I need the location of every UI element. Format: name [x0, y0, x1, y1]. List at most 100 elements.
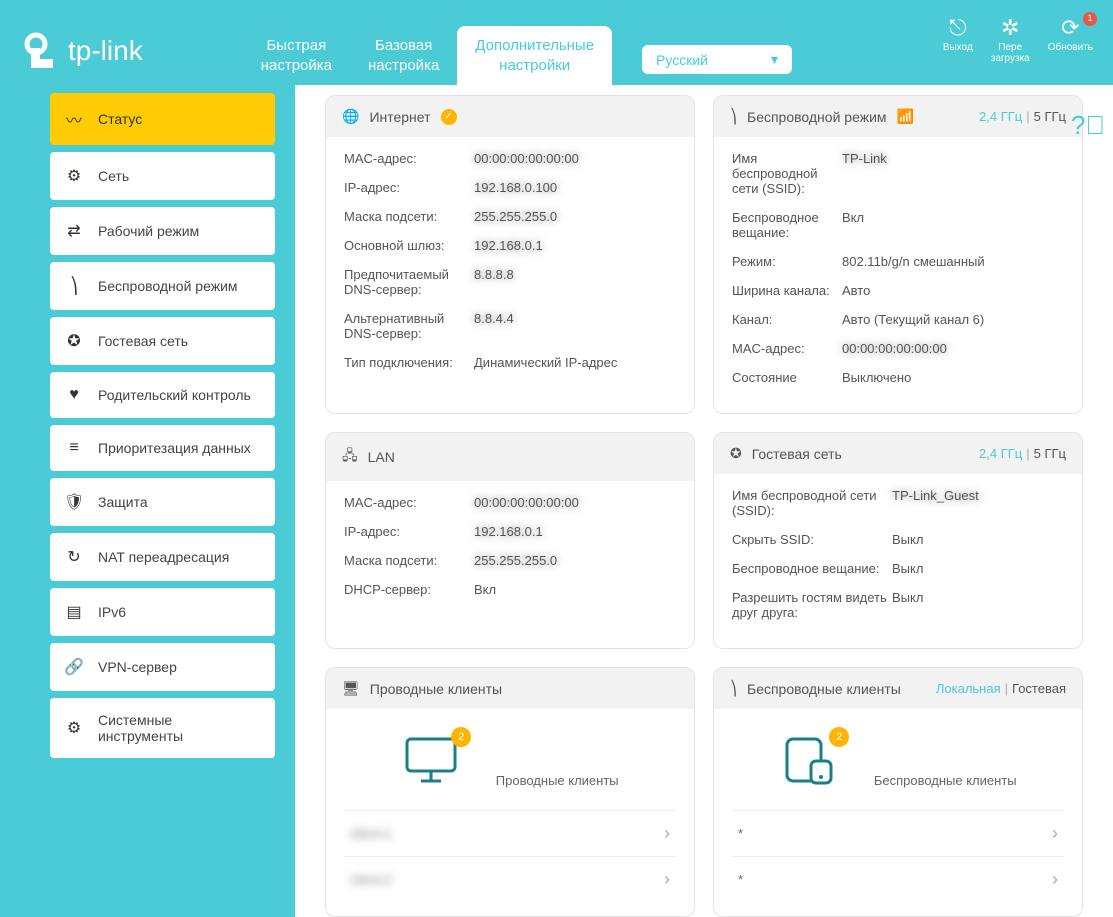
sidebar-item-parental[interactable]: ♥Родительский контроль — [50, 372, 275, 418]
help-button[interactable]: ?⃝ — [1071, 110, 1105, 141]
sidebar-item-vpn[interactable]: 🔗VPN-сервер — [50, 643, 275, 691]
guest-see-label: Разрешить гостям видеть друг друга: — [732, 590, 892, 620]
internet-type-label: Тип подключения: — [344, 355, 474, 370]
sidebar-item-opmode[interactable]: ⇄Рабочий режим — [50, 207, 275, 255]
wireless-client-row[interactable]: *› — [732, 856, 1064, 902]
chevron-right-icon: › — [1052, 869, 1058, 890]
internet-gw-label: Основной шлюз: — [344, 238, 474, 253]
card-wireless-clients: ⎞ Беспроводные клиенты Локальная|Гостева… — [713, 667, 1083, 917]
wired-client-row[interactable]: client-2› — [344, 856, 676, 902]
lan-dhcp-value: Вкл — [474, 582, 676, 597]
globe-icon: 🌐 — [342, 108, 359, 125]
guest-icon: ✪ — [64, 331, 84, 351]
guest-ssid-label: Имя беспроводной сети (SSID): — [732, 488, 892, 518]
sidebar-item-ipv6[interactable]: ▤IPv6 — [50, 588, 275, 636]
guest-ssid-value: TP-Link_Guest — [892, 488, 1064, 503]
wl-ssid-value: TP-Link — [842, 151, 1064, 166]
nat-icon: ↻ — [64, 547, 84, 567]
tab-basic-setup[interactable]: Базовая настройка — [350, 26, 457, 85]
signal-icon: 📶 — [897, 108, 914, 125]
wl-mac-label: MAC-адрес: — [732, 341, 842, 356]
wired-client-row[interactable]: client-1› — [344, 810, 676, 856]
guest-radio-label: Беспроводное вещание: — [732, 561, 892, 576]
lan-mac-value: 00:00:00:00:00:00 — [474, 495, 676, 510]
card-wireless: ⎞ Беспроводной режим 📶 2,4 ГГц|5 ГГц Имя… — [713, 95, 1083, 414]
tab-quick-setup[interactable]: Быстрая настройка — [243, 26, 350, 85]
card-lan: 🖧 LAN MAC-адрес:00:00:00:00:00:00 IP-адр… — [325, 432, 695, 649]
language-select[interactable]: Русский ▾ — [642, 45, 792, 74]
internet-type-value: Динамический IP-адрес — [474, 355, 676, 370]
chevron-down-icon: ▾ — [771, 51, 778, 68]
internet-ip-value: 192.168.0.100 — [474, 180, 676, 195]
ipv6-icon: ▤ — [64, 602, 84, 622]
network-icon: ⚙ — [64, 166, 84, 186]
logout-icon: ⎋ — [943, 16, 973, 40]
internet-gw-value: 192.168.0.1 — [474, 238, 676, 253]
wifi-icon: ⎞ — [730, 680, 737, 697]
wl-width-label: Ширина канала: — [732, 283, 842, 298]
internet-mask-value: 255.255.255.0 — [474, 209, 676, 224]
sidebar-item-system[interactable]: ⚙Системные инструменты — [50, 698, 275, 758]
content-area: ?⃝ 🌐 Интернет ✓ MAC-адрес:00:00:00:00:00… — [295, 85, 1113, 917]
gear-icon: ⚙ — [64, 718, 84, 738]
monitor-icon: 🖥 — [342, 680, 360, 697]
wired-clients-label: Проводные клиенты — [496, 773, 619, 788]
sidebar: 〰Статус ⚙Сеть ⇄Рабочий режим ⎞Беспроводн… — [50, 93, 275, 917]
wifi-icon: ⎞ — [64, 276, 84, 296]
guest-hide-label: Скрыть SSID: — [732, 532, 892, 547]
sidebar-item-status[interactable]: 〰Статус — [50, 93, 275, 145]
sidebar-item-network[interactable]: ⚙Сеть — [50, 152, 275, 200]
internet-ip-label: IP-адрес: — [344, 180, 474, 195]
wifi-icon: ⎞ — [730, 108, 737, 125]
parental-icon: ♥ — [64, 386, 84, 404]
qos-icon: ≡ — [64, 439, 84, 457]
wireless-client-row[interactable]: *› — [732, 810, 1064, 856]
lan-icon: 🖧 — [342, 445, 358, 469]
internet-mask-label: Маска подсети: — [344, 209, 474, 224]
wl-mode-value: 802.11b/g/n смешанный — [842, 254, 1064, 269]
freq-5-tab[interactable]: 5 ГГц — [1034, 109, 1066, 124]
sidebar-item-security[interactable]: 🛡Защита — [50, 478, 275, 526]
internet-dns2-value: 8.8.4.4 — [474, 311, 676, 326]
brand-logo: tp-link — [20, 30, 143, 72]
lan-dhcp-label: DHCP-сервер: — [344, 582, 474, 597]
logout-button[interactable]: ⎋ Выход — [943, 16, 973, 64]
sidebar-item-guest[interactable]: ✪Гостевая сеть — [50, 317, 275, 365]
lan-mac-label: MAC-адрес: — [344, 495, 474, 510]
wlclients-local-tab[interactable]: Локальная — [936, 681, 1001, 696]
internet-mac-label: MAC-адрес: — [344, 151, 474, 166]
wl-radio-value: Вкл — [842, 210, 1064, 225]
pulse-icon: 〰 — [64, 107, 84, 131]
wireless-clients-label: Беспроводные клиенты — [874, 773, 1017, 788]
internet-dns2-label: Альтернативный DNS-сервер: — [344, 311, 474, 341]
chevron-right-icon: › — [664, 869, 670, 890]
sidebar-item-wireless[interactable]: ⎞Беспроводной режим — [50, 262, 275, 310]
status-ok-icon: ✓ — [441, 109, 457, 125]
sidebar-item-qos[interactable]: ≡Приоритезация данных — [50, 425, 275, 471]
chevron-right-icon: › — [664, 823, 670, 844]
wl-ssid-label: Имя беспроводной сети (SSID): — [732, 151, 842, 196]
guest-freq-5-tab[interactable]: 5 ГГц — [1034, 446, 1066, 461]
internet-dns1-value: 8.8.8.8 — [474, 267, 676, 282]
wl-state-label: Состояние — [732, 370, 842, 385]
guest-freq-24-tab[interactable]: 2,4 ГГц — [979, 446, 1022, 461]
wired-clients-graphic: 2 — [401, 733, 461, 785]
wireless-clients-graphic: 2 — [779, 733, 839, 785]
sidebar-item-nat[interactable]: ↻NAT переадресация — [50, 533, 275, 581]
lan-mask-label: Маска подсети: — [344, 553, 474, 568]
internet-mac-value: 00:00:00:00:00:00 — [474, 151, 676, 166]
wl-mode-label: Режим: — [732, 254, 842, 269]
wl-chan-value: Авто (Текущий канал 6) — [842, 312, 1064, 327]
wlclients-guest-tab[interactable]: Гостевая — [1012, 681, 1066, 696]
chevron-right-icon: › — [1052, 823, 1058, 844]
wl-chan-label: Канал: — [732, 312, 842, 327]
lan-ip-value: 192.168.0.1 — [474, 524, 676, 539]
freq-24-tab[interactable]: 2,4 ГГц — [979, 109, 1022, 124]
reboot-icon: ✲ — [991, 16, 1030, 40]
wireless-clients-count: 2 — [829, 727, 849, 747]
update-button[interactable]: 1 ⟳ Обновить — [1048, 16, 1093, 64]
tab-advanced-setup[interactable]: Дополнительные настройки — [457, 26, 612, 85]
card-wired-clients: 🖥 Проводные клиенты 2 Проводные клиенты … — [325, 667, 695, 917]
card-guest: ✪ Гостевая сеть 2,4 ГГц|5 ГГц Имя беспро… — [713, 432, 1083, 649]
reboot-button[interactable]: ✲ Пере загрузка — [991, 16, 1030, 64]
